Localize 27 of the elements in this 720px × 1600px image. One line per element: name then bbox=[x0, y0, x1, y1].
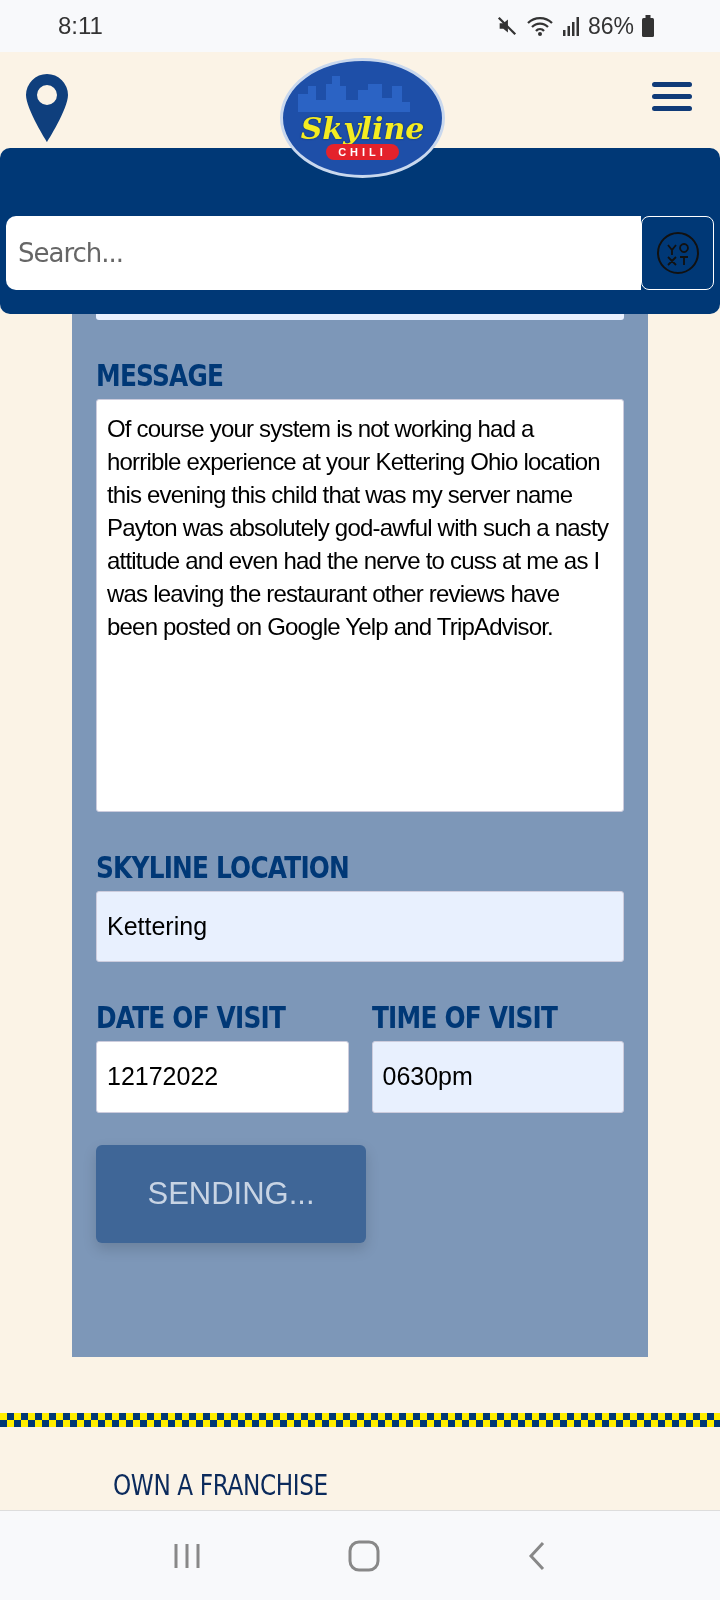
recents-icon[interactable] bbox=[173, 1541, 202, 1570]
logo[interactable]: Skyline CHILI bbox=[280, 58, 445, 178]
search-button[interactable] bbox=[641, 216, 714, 290]
location-field[interactable]: Kettering bbox=[96, 891, 624, 962]
location-pin-icon[interactable] bbox=[24, 72, 70, 144]
status-time: 8:11 bbox=[58, 11, 103, 41]
field-label: TIME OF VISIT bbox=[371, 1002, 559, 1033]
message-field[interactable]: Of course your system is not working had a horrible experience at your Kettering Ohio location this evening this child that was my server name Payton was absolutely god-awful with such a nasty attitude and even had the nerve to cuss at me as I was leaving the restaurant other reviews have been posted on Google Yelp and TripAdvisor. bbox=[96, 399, 624, 812]
time-field[interactable]: 0630pm bbox=[371, 1041, 624, 1113]
signal-icon bbox=[561, 16, 580, 36]
field-label: MESSAGE bbox=[96, 360, 225, 391]
logo-wordmark: Skyline bbox=[300, 113, 425, 144]
previous-field[interactable] bbox=[96, 314, 624, 320]
brand-icon bbox=[655, 231, 700, 275]
battery-percent: 86% bbox=[587, 11, 634, 41]
search-field[interactable]: Search... bbox=[6, 216, 641, 290]
home-icon[interactable] bbox=[348, 1539, 380, 1572]
franchise-link[interactable]: OWN A FRANCHISE bbox=[113, 1471, 599, 1500]
menu-icon[interactable] bbox=[652, 82, 692, 112]
mute-icon bbox=[495, 15, 518, 37]
back-icon[interactable] bbox=[526, 1540, 547, 1571]
logo-tag: CHILI bbox=[326, 143, 399, 161]
battery-icon bbox=[642, 15, 654, 37]
date-field[interactable]: 12172022 bbox=[96, 1041, 349, 1113]
wifi-icon bbox=[525, 15, 554, 37]
field-label: DATE OF VISIT bbox=[96, 1002, 287, 1033]
field-label: SKYLINE LOCATION bbox=[96, 852, 351, 883]
